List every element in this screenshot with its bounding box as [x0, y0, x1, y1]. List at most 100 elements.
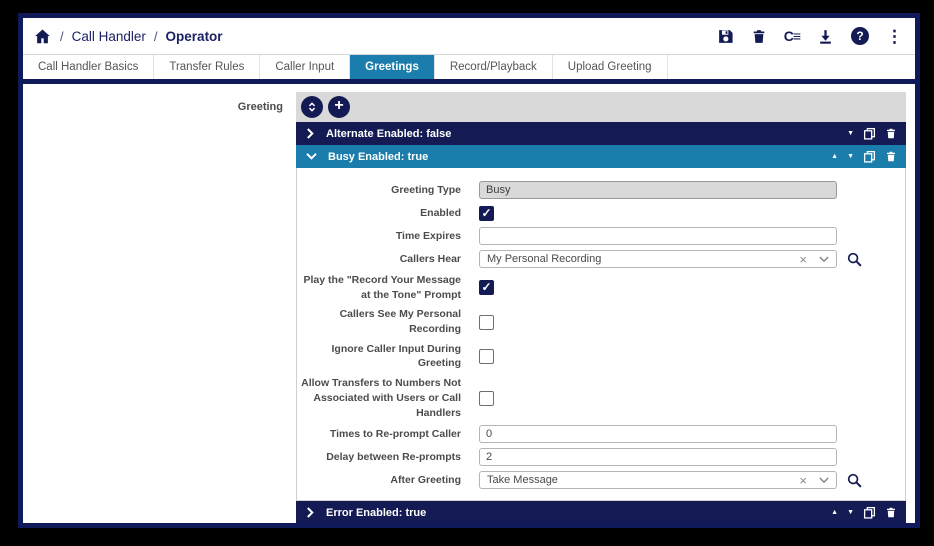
busy-greeting-panel: Greeting Type Enabled Time Expires [296, 168, 906, 501]
chevron-right-icon [306, 128, 315, 139]
breadcrumb-separator: / [60, 29, 64, 44]
save-button[interactable] [717, 28, 734, 45]
accordion-row-busy[interactable]: Busy Enabled: true ▲ ▼ [296, 145, 906, 168]
tab-upload-greeting[interactable]: Upload Greeting [553, 55, 668, 79]
callers-hear-search-button[interactable] [846, 251, 863, 268]
field-label: Times to Re-prompt Caller [297, 427, 461, 442]
tab-label: Greetings [365, 61, 419, 73]
dropdown-chevron-icon[interactable] [819, 477, 829, 484]
allow-transfers-checkbox[interactable] [479, 391, 494, 406]
clear-icon[interactable]: × [799, 253, 807, 266]
move-down-icon[interactable]: ▼ [847, 130, 854, 137]
field-label: Callers See My Personal Recording [297, 307, 461, 336]
copy-icon[interactable] [863, 150, 876, 163]
after-greeting-select[interactable]: Take Message × [479, 471, 837, 489]
tab-call-handler-basics[interactable]: Call Handler Basics [23, 55, 154, 79]
selected-value: My Personal Recording [487, 253, 799, 265]
play-record-prompt-checkbox[interactable] [479, 280, 494, 295]
clear-icon[interactable]: × [799, 474, 807, 487]
ignore-caller-input-checkbox[interactable] [479, 349, 494, 364]
updown-chevrons-icon [305, 100, 319, 114]
selected-value: Take Message [487, 474, 799, 486]
times-reprompt-field[interactable] [479, 425, 837, 443]
field-label: Enabled [297, 206, 461, 221]
greeting-toolbar: + [296, 92, 906, 122]
form-row-enabled: Enabled [297, 204, 905, 222]
accordion-row-title: Error Enabled: true [326, 507, 831, 519]
field-label: Play the "Record Your Message at the Ton… [297, 273, 461, 302]
tab-greetings[interactable]: Greetings [350, 55, 435, 79]
move-up-icon[interactable]: ▲ [831, 153, 838, 160]
form-row-callers-see-recording: Callers See My Personal Recording [297, 307, 905, 336]
form-row-greeting-type: Greeting Type [297, 181, 905, 199]
tab-caller-input[interactable]: Caller Input [260, 55, 350, 79]
form-row-delay-reprompts: Delay between Re-prompts [297, 448, 905, 466]
add-greeting-button[interactable]: + [328, 96, 350, 118]
enabled-checkbox[interactable] [479, 206, 494, 221]
more-options-button[interactable]: ⋮ [886, 28, 903, 45]
breadcrumb: / Call Handler / Operator [33, 27, 223, 46]
breadcrumb-page: Operator [166, 29, 223, 44]
download-icon [817, 28, 834, 45]
chevron-down-icon [306, 152, 317, 161]
field-label: Allow Transfers to Numbers Not Associate… [297, 376, 461, 420]
tab-record-playback[interactable]: Record/Playback [435, 55, 553, 79]
copy-icon[interactable] [863, 506, 876, 519]
c-equals-icon: C≡ [784, 28, 800, 44]
field-label: After Greeting [297, 473, 461, 488]
time-expires-field[interactable] [479, 227, 837, 245]
row-actions: ▲ ▼ [831, 150, 897, 163]
form-row-play-record-prompt: Play the "Record Your Message at the Ton… [297, 273, 905, 302]
callers-see-recording-checkbox[interactable] [479, 315, 494, 330]
callers-hear-select[interactable]: My Personal Recording × [479, 250, 837, 268]
expand-collapse-all-button[interactable] [301, 96, 323, 118]
trash-icon[interactable] [885, 150, 897, 163]
tab-transfer-rules[interactable]: Transfer Rules [154, 55, 260, 79]
form-row-time-expires: Time Expires [297, 227, 905, 245]
accordion-row-error[interactable]: Error Enabled: true ▲ ▼ [296, 501, 906, 523]
search-icon [846, 472, 863, 489]
help-icon: ? [851, 27, 869, 45]
delete-button[interactable] [751, 28, 767, 45]
field-label: Delay between Re-prompts [297, 450, 461, 465]
move-up-icon[interactable]: ▲ [831, 509, 838, 516]
tab-label: Call Handler Basics [38, 61, 138, 73]
search-icon [846, 251, 863, 268]
row-actions: ▲ ▼ [831, 506, 897, 519]
move-down-icon[interactable]: ▼ [847, 153, 854, 160]
app-bar: / Call Handler / Operator C [23, 18, 915, 54]
delay-reprompts-field[interactable] [479, 448, 837, 466]
after-greeting-search-button[interactable] [846, 472, 863, 489]
accordion-row-title: Busy Enabled: true [328, 151, 831, 163]
trash-icon[interactable] [885, 127, 897, 140]
ce-button[interactable]: C≡ [784, 28, 800, 44]
help-button[interactable]: ? [851, 27, 869, 45]
trash-icon[interactable] [885, 506, 897, 519]
tab-label: Upload Greeting [568, 61, 652, 73]
field-label: Callers Hear [297, 252, 461, 267]
tab-bar: Call Handler Basics Transfer Rules Calle… [23, 54, 915, 79]
field-label: Ignore Caller Input During Greeting [297, 342, 461, 371]
form-row-after-greeting: After Greeting Take Message × [297, 471, 905, 489]
chevron-right-icon [306, 507, 315, 518]
kebab-menu-icon: ⋮ [886, 28, 903, 45]
greeting-type-field [479, 181, 837, 199]
move-down-icon[interactable]: ▼ [847, 509, 854, 516]
greeting-component: + Alternate Enabled: false ▼ [296, 92, 906, 523]
dropdown-chevron-icon[interactable] [819, 256, 829, 263]
tab-label: Transfer Rules [169, 61, 244, 73]
copy-icon[interactable] [863, 127, 876, 140]
help-glyph: ? [856, 29, 863, 43]
form-row-callers-hear: Callers Hear My Personal Recording × [297, 250, 905, 268]
download-button[interactable] [817, 28, 834, 45]
accordion-row-alternate[interactable]: Alternate Enabled: false ▼ [296, 122, 906, 145]
tab-label: Caller Input [275, 61, 334, 73]
app-window: / Call Handler / Operator C [18, 13, 920, 528]
breadcrumb-section[interactable]: Call Handler [72, 29, 146, 44]
save-icon [717, 28, 734, 45]
form-row-allow-transfers: Allow Transfers to Numbers Not Associate… [297, 376, 905, 420]
page-content: Greeting + Alternate Enabl [23, 84, 915, 523]
app-bar-actions: C≡ ? ⋮ [717, 27, 903, 45]
greeting-group-label: Greeting [153, 101, 283, 113]
home-button[interactable] [33, 27, 52, 46]
